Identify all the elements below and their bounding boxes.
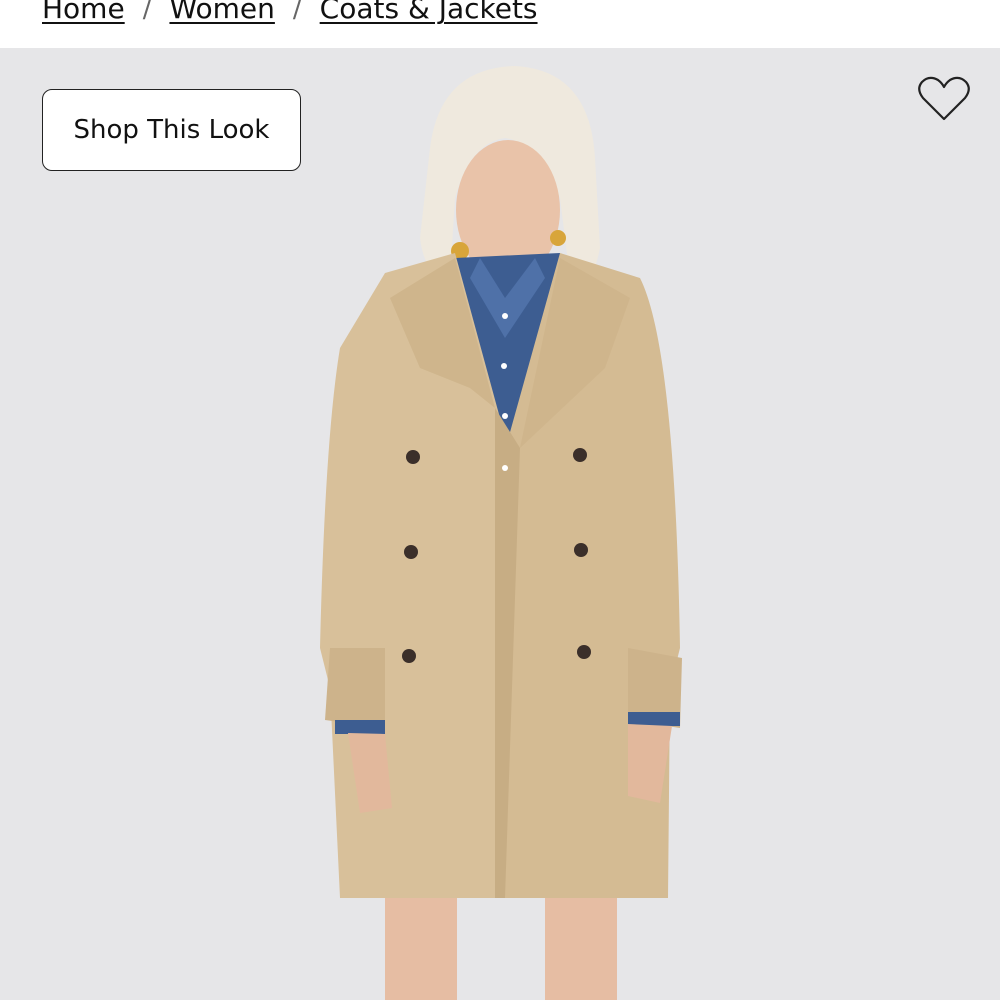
breadcrumb-coats-jackets-link[interactable]: Coats & Jackets bbox=[320, 0, 538, 25]
breadcrumb-separator: / bbox=[142, 0, 152, 24]
breadcrumb-separator: / bbox=[292, 0, 302, 24]
model-wearing-trench-coat-image bbox=[320, 66, 682, 1000]
breadcrumb-women-link[interactable]: Women bbox=[169, 0, 274, 25]
product-hero-image[interactable]: Shop This Look bbox=[0, 48, 1000, 1000]
shop-this-look-button[interactable]: Shop This Look bbox=[42, 89, 301, 171]
favorite-button[interactable] bbox=[917, 76, 971, 122]
breadcrumb: Home / Women / Coats & Jackets bbox=[0, 0, 1000, 48]
breadcrumb-home-link[interactable]: Home bbox=[42, 0, 125, 25]
breadcrumb-row: Home / Women / Coats & Jackets bbox=[42, 0, 538, 25]
heart-outline-icon bbox=[918, 76, 970, 121]
